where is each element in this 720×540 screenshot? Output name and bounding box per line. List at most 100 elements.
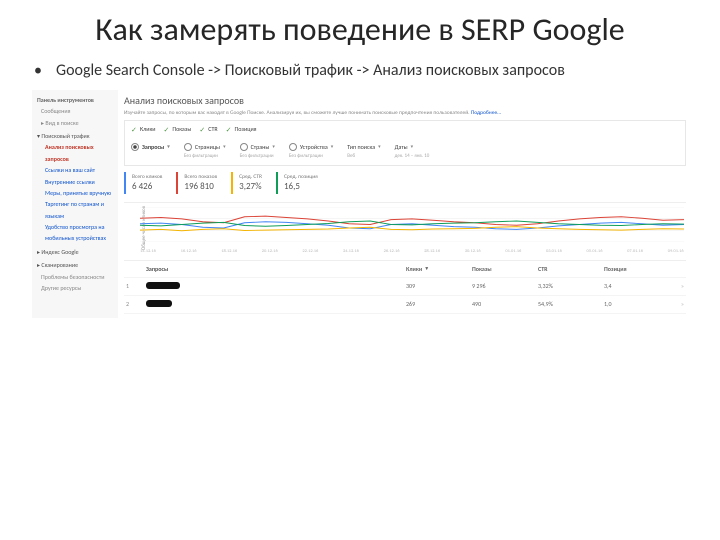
- check-icon: ✓: [131, 125, 137, 134]
- stat-ctr-label: Сред. CTR: [239, 174, 262, 180]
- gsc-sidebar: Панель инструментов Сообщения▸ Вид в пои…: [32, 90, 118, 318]
- table-header-row: Запросы Клики▼ Показы CTR Позиция: [124, 261, 686, 278]
- filter-search-type[interactable]: Тип поиска▾ Веб: [347, 143, 380, 159]
- stat-impr-value: 196 810: [184, 181, 217, 192]
- row-index: 2: [126, 300, 140, 308]
- x-tick: 07.01.16: [627, 249, 643, 254]
- table-row[interactable]: 226949054,9%1,0»: [124, 296, 686, 314]
- stat-ctr: Сред. CTR 3,27%: [231, 172, 276, 194]
- table-row[interactable]: 1 309 9 296 3,32% 3,4 »: [124, 278, 686, 296]
- row-query: [146, 300, 400, 309]
- page-subtitle: Изучайте запросы, по которым вас находят…: [124, 110, 686, 116]
- toggle-ctr[interactable]: ✓CTR: [199, 125, 217, 134]
- x-tick: 30.12.16: [465, 249, 481, 254]
- chevron-down-icon: ▾: [167, 144, 170, 150]
- radio-icon: [184, 143, 192, 151]
- stat-pos-label: Сред. позиция: [284, 174, 318, 180]
- col-ctr[interactable]: CTR: [538, 265, 598, 273]
- check-icon: ✓: [226, 125, 232, 134]
- toggle-impressions[interactable]: ✓Показы: [163, 125, 191, 134]
- filter-countries[interactable]: Страны▾ Без фильтрации: [240, 143, 275, 159]
- row-ctr: 54,9%: [538, 300, 598, 308]
- filter-dates-state: дек. 14 – янв. 10: [395, 153, 430, 159]
- radio-icon: [240, 143, 248, 151]
- redacted-query: [146, 300, 172, 307]
- chevron-down-icon: ▾: [378, 144, 381, 150]
- row-query: [146, 282, 400, 291]
- row-position: 1,0: [604, 300, 664, 308]
- col-query[interactable]: Запросы: [146, 265, 400, 273]
- stat-impressions: Всего показов 196 810: [176, 172, 231, 194]
- bullet-text: Google Search Console -> Поисковый трафи…: [56, 61, 565, 80]
- toggle-pos-label: Позиция: [235, 125, 257, 133]
- sidebar-item[interactable]: Анализ поисковых запросов: [45, 142, 113, 165]
- toggle-clicks-label: Клики: [140, 125, 156, 133]
- x-tick: 24.12.16: [343, 249, 359, 254]
- filter-countries-state: Без фильтрации: [240, 153, 275, 159]
- sidebar-item[interactable]: ▾ Поисковый трафик: [37, 131, 113, 142]
- col-clicks-label: Клики: [406, 265, 422, 273]
- stat-position: Сред. позиция 16,5: [276, 172, 332, 194]
- toggle-ctr-label: CTR: [208, 125, 217, 133]
- slide-root: Как замерять поведение в SERP Google Goo…: [0, 0, 720, 540]
- row-position: 3,4: [604, 282, 664, 290]
- col-clicks[interactable]: Клики▼: [406, 265, 466, 273]
- subtitle-text: Изучайте запросы, по которым вас находят…: [124, 110, 471, 116]
- x-tick: 20.12.16: [262, 249, 278, 254]
- line-chart: [140, 207, 684, 242]
- sidebar-item[interactable]: Внутренние ссылки: [45, 177, 113, 188]
- stat-pos-value: 16,5: [284, 181, 318, 192]
- filter-pages[interactable]: Страницы▾ Без фильтрации: [184, 143, 226, 159]
- chevron-down-icon: ▾: [411, 144, 414, 150]
- chevron-down-icon: ▾: [272, 144, 275, 150]
- row-index: 1: [126, 282, 140, 290]
- radio-icon: [289, 143, 297, 151]
- x-tick: 28.12.16: [424, 249, 440, 254]
- x-tick: 16.12.16: [181, 249, 197, 254]
- chevron-down-icon: ▾: [223, 144, 226, 150]
- filter-bar: Запросы▾ Страницы▾ Без фильтрации Страны…: [124, 138, 686, 166]
- filter-countries-label: Страны: [251, 143, 270, 151]
- sidebar-item[interactable]: Меры, принятые вручную: [45, 188, 113, 199]
- row-impressions: 9 296: [472, 282, 532, 290]
- filter-dates[interactable]: Даты▾ дек. 14 – янв. 10: [395, 143, 430, 159]
- sidebar-item[interactable]: Проблемы безопасности: [41, 272, 113, 283]
- filter-dates-label: Даты: [395, 143, 408, 151]
- sidebar-title: Панель инструментов: [37, 95, 113, 106]
- row-expand-icon[interactable]: »: [670, 300, 684, 308]
- page-title: Анализ поисковых запросов: [124, 94, 686, 107]
- row-expand-icon[interactable]: »: [670, 282, 684, 290]
- sidebar-item[interactable]: Таргетинг по странам и языкам: [45, 199, 113, 222]
- col-impressions[interactable]: Показы: [472, 265, 532, 273]
- subtitle-more-link[interactable]: Подробнее…: [471, 110, 501, 116]
- sidebar-item[interactable]: Другие ресурсы: [41, 283, 113, 294]
- stat-clicks-value: 6 426: [132, 181, 162, 192]
- radio-icon: [131, 143, 139, 151]
- filter-devices[interactable]: Устройства▾ Без фильтрации: [289, 143, 333, 159]
- toggle-position[interactable]: ✓Позиция: [226, 125, 257, 134]
- row-clicks: 269: [406, 300, 466, 308]
- row-ctr: 3,32%: [538, 282, 598, 290]
- sidebar-item[interactable]: Сообщения: [41, 106, 113, 117]
- x-tick: 01.01.16: [505, 249, 521, 254]
- toggle-clicks[interactable]: ✓Клики: [131, 125, 155, 134]
- row-clicks: 309: [406, 282, 466, 290]
- x-tick: 26.12.16: [384, 249, 400, 254]
- filter-pages-state: Без фильтрации: [184, 153, 226, 159]
- chart-x-axis: 14.12.1616.12.1618.12.1620.12.1622.12.16…: [140, 249, 684, 254]
- stat-clicks-label: Всего кликов: [132, 174, 162, 180]
- filter-queries-label: Запросы: [142, 143, 164, 151]
- filter-queries[interactable]: Запросы▾: [131, 143, 170, 159]
- x-tick: 22.12.16: [302, 249, 318, 254]
- sidebar-item[interactable]: Ссылки на ваш сайт: [45, 165, 113, 176]
- sidebar-item[interactable]: ▸ Индекс Google: [37, 247, 113, 258]
- col-position[interactable]: Позиция: [604, 265, 664, 273]
- queries-table: Запросы Клики▼ Показы CTR Позиция 1 309 9 …: [124, 260, 686, 314]
- sidebar-item[interactable]: ▸ Вид в поиске: [41, 118, 113, 129]
- gsc-screenshot: Панель инструментов Сообщения▸ Вид в пои…: [32, 90, 692, 318]
- x-tick: 14.12.16: [140, 249, 156, 254]
- sidebar-item[interactable]: Удобство просмотра на мобильных устройст…: [45, 222, 113, 245]
- slide-bullet: Google Search Console -> Поисковый трафи…: [34, 61, 690, 80]
- check-icon: ✓: [163, 125, 169, 134]
- sidebar-item[interactable]: ▸ Сканирование: [37, 260, 113, 271]
